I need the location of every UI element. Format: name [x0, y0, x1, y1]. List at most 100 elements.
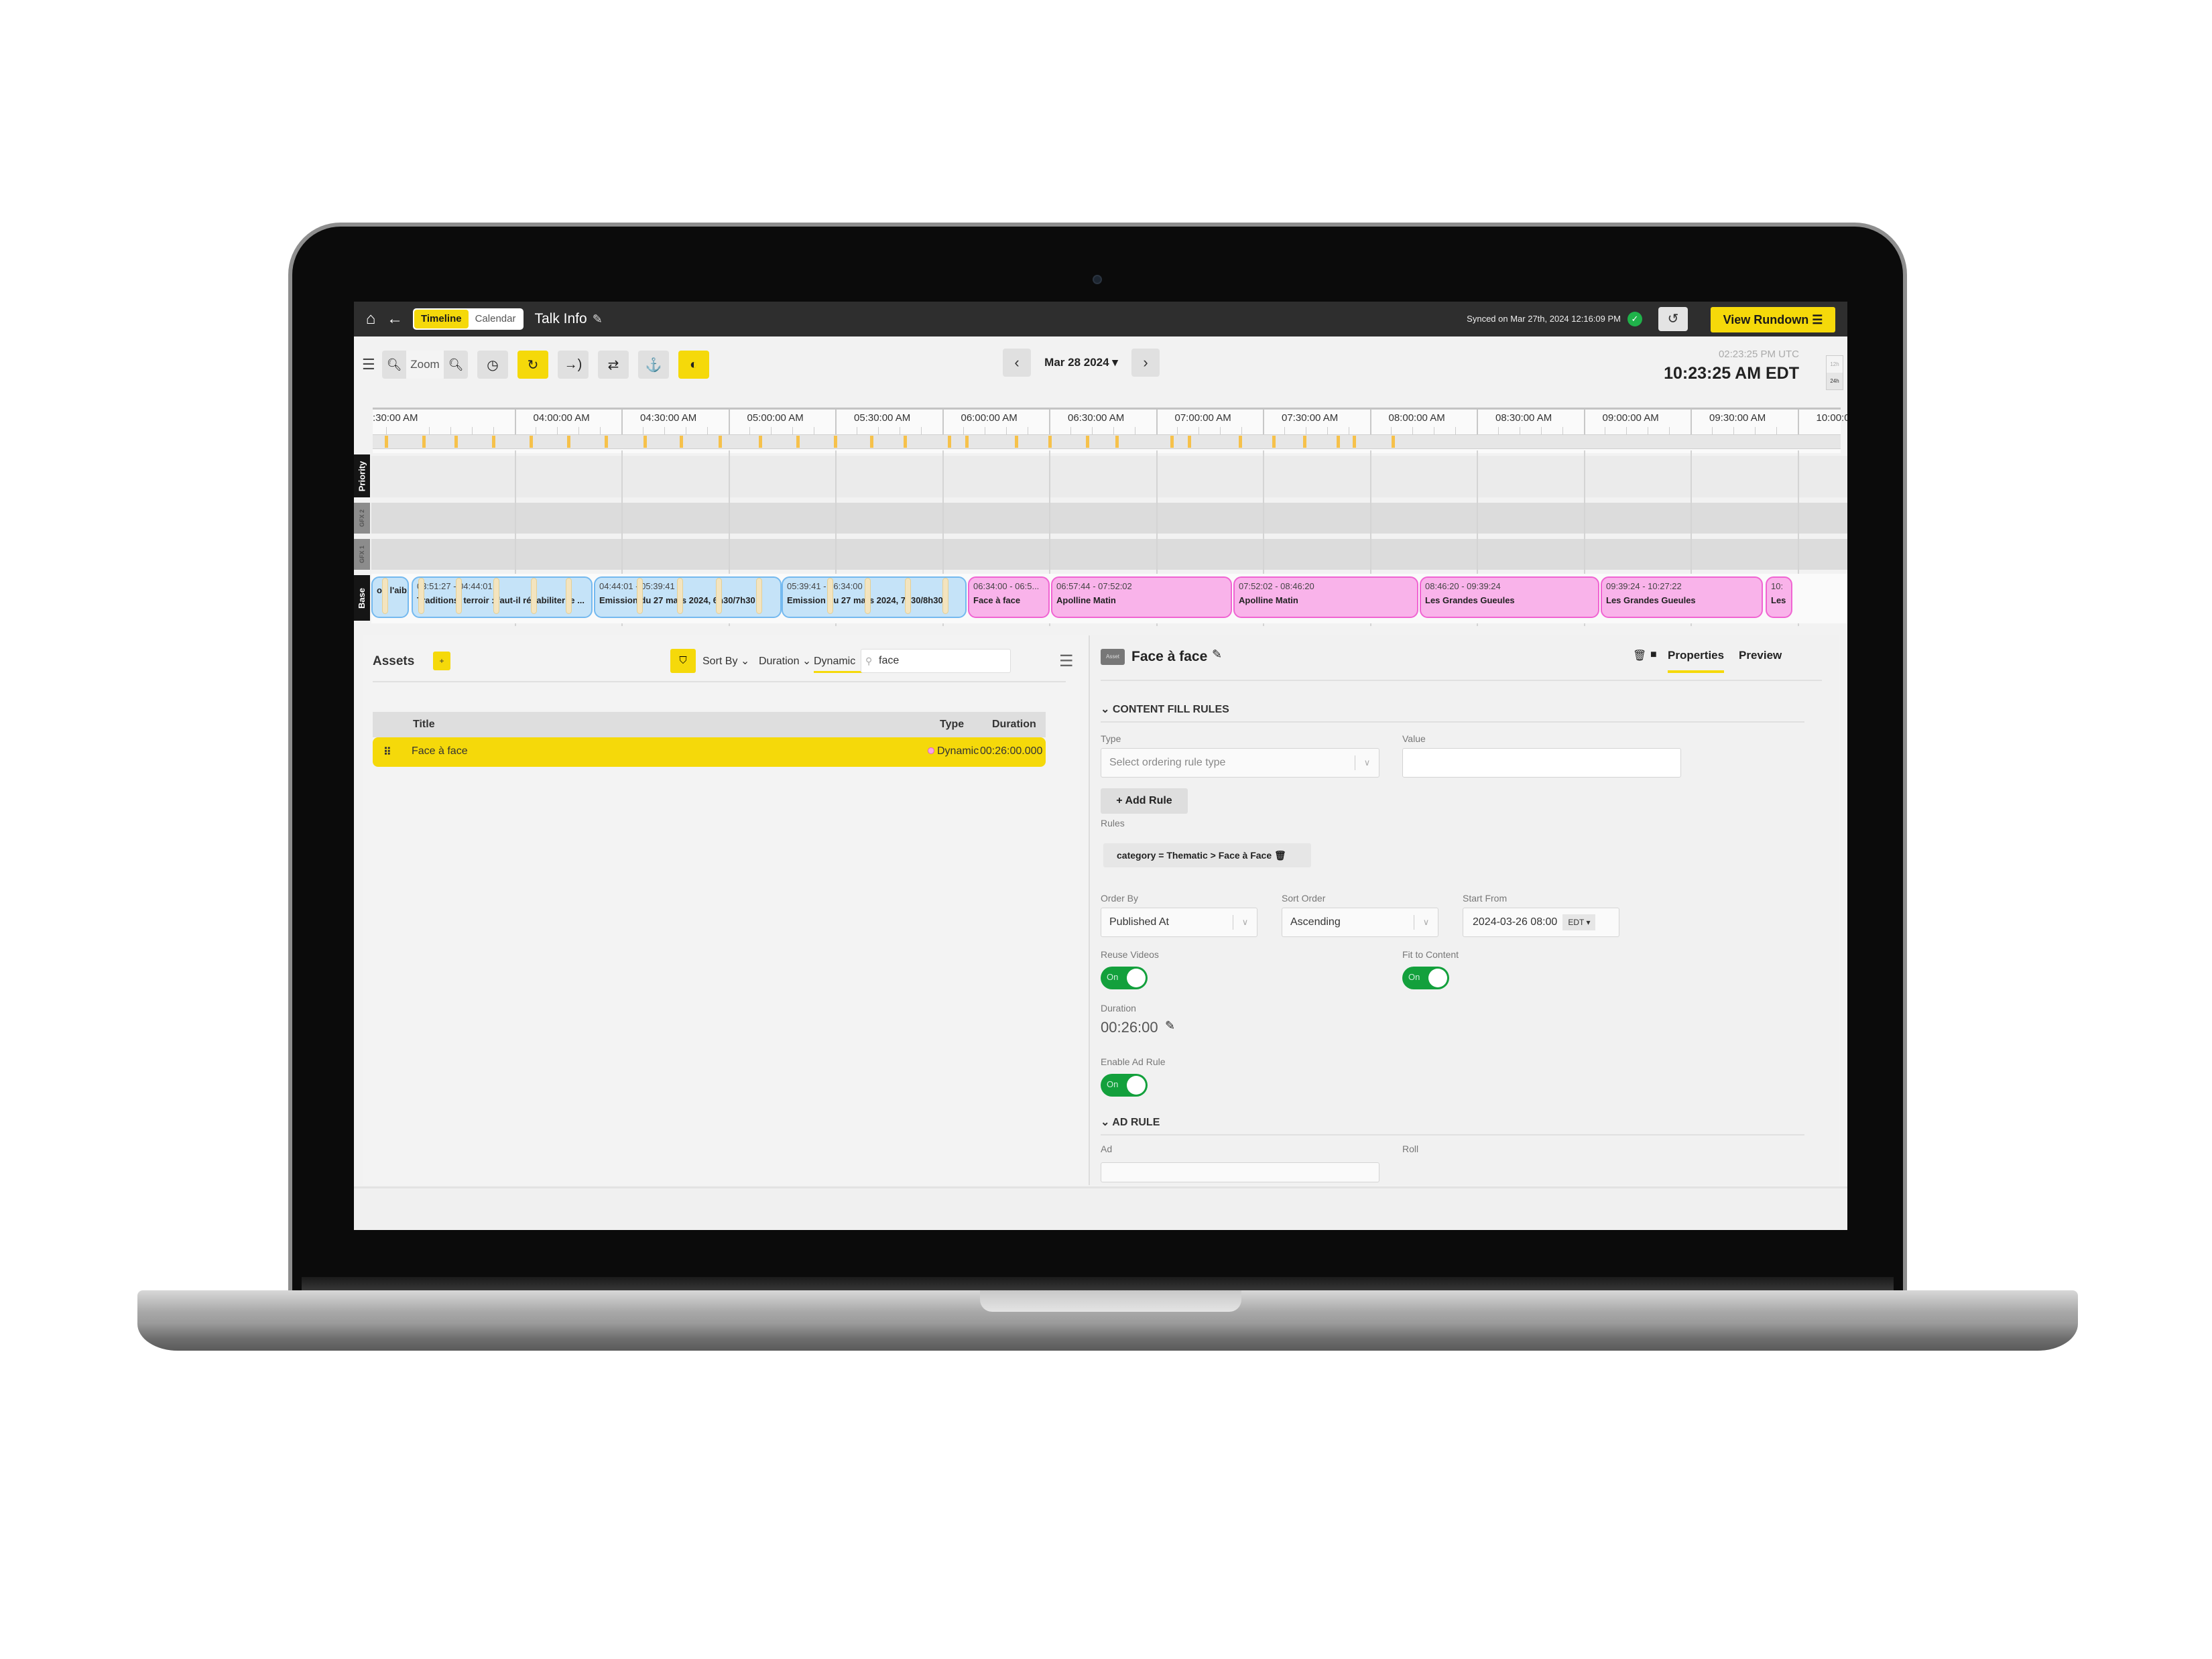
ad-marker[interactable] [719, 436, 722, 448]
filter-icon[interactable]: ⛉ [670, 649, 696, 673]
order-by-select[interactable]: Published At ∨ [1101, 908, 1257, 937]
ad-marker[interactable] [492, 436, 495, 448]
rule-type-select[interactable]: Select ordering rule type ∨ [1101, 748, 1379, 778]
timeline-clip[interactable]: 08:46:20 - 09:39:24 Les Grandes Gueules [1420, 576, 1599, 618]
ad-marker[interactable] [796, 436, 800, 448]
ad-marker[interactable] [1303, 436, 1306, 448]
ad-break-marker[interactable] [942, 578, 948, 614]
tab-timeline[interactable]: Timeline [414, 310, 469, 328]
ad-marker[interactable] [965, 436, 969, 448]
add-asset-button[interactable]: + [433, 652, 450, 670]
ad-marker[interactable] [1015, 436, 1018, 448]
ad-marker[interactable] [759, 436, 762, 448]
column-type[interactable]: Type [940, 719, 964, 731]
delete-icon[interactable]: 🗑︎ [1633, 649, 1646, 662]
ad-marker[interactable] [1170, 436, 1174, 448]
drag-handle-icon[interactable]: ⠿ [383, 745, 391, 759]
column-title[interactable]: Title [413, 719, 435, 731]
format-24h[interactable]: 24h [1827, 373, 1843, 389]
jump-to-button[interactable]: →) [558, 351, 589, 379]
add-rule-button[interactable]: + Add Rule [1101, 788, 1188, 814]
timeline-clip[interactable]: 04:44:01 - 05:39:41 Emission du 27 mars 2… [594, 576, 782, 618]
ad-marker[interactable] [1392, 436, 1395, 448]
ad-marker[interactable] [1353, 436, 1356, 448]
timeline-clip[interactable]: 10: Les [1766, 576, 1792, 618]
duplicate-icon[interactable]: ■ [1650, 649, 1657, 661]
format-12h[interactable]: 12h [1827, 356, 1843, 373]
search-input[interactable]: ⚲ face [861, 649, 1011, 673]
back-arrow-icon[interactable]: ← [385, 309, 405, 329]
edit-title-icon[interactable]: ✎ [593, 312, 603, 326]
column-duration[interactable]: Duration [992, 719, 1036, 731]
ad-select[interactable] [1101, 1162, 1379, 1182]
date-picker[interactable]: Mar 28 2024 ▾ [1031, 356, 1131, 369]
ad-marker[interactable] [385, 436, 388, 448]
ad-break-marker[interactable] [677, 578, 683, 614]
track-gfx1[interactable] [371, 539, 1847, 570]
edit-duration-icon[interactable]: ✎ [1165, 1019, 1175, 1033]
ad-marker[interactable] [567, 436, 570, 448]
timeline-clip[interactable]: 07:52:02 - 08:46:20 Apolline Matin [1233, 576, 1418, 618]
view-rundown-button[interactable]: View Rundown ☰ [1711, 307, 1835, 332]
zoom-in-icon[interactable]: 🔍︎ [444, 351, 468, 379]
history-button[interactable]: ↺ [1658, 307, 1688, 331]
tab-preview[interactable]: Preview [1739, 649, 1782, 662]
ad-marker[interactable] [643, 436, 647, 448]
timeline-clip[interactable]: 09:39:24 - 10:27:22 Les Grandes Gueules [1601, 576, 1763, 618]
ad-break-marker[interactable] [637, 578, 643, 614]
ad-marker[interactable] [530, 436, 533, 448]
swap-button[interactable]: ⇄ [598, 351, 629, 379]
ad-marker[interactable] [1115, 436, 1119, 448]
ad-break-marker[interactable] [566, 578, 572, 614]
zoom-out-icon[interactable]: 🔍︎ [382, 351, 406, 379]
duration-dropdown[interactable]: Duration ⌄ [759, 654, 811, 668]
list-options-icon[interactable]: ☰ [1059, 652, 1074, 671]
table-row[interactable]: ⠿ Face à face Dynamic 00:26:00.000 [373, 737, 1046, 767]
ad-marker[interactable] [605, 436, 608, 448]
track-priority[interactable] [371, 456, 1847, 497]
ad-marker[interactable] [1272, 436, 1276, 448]
tab-calendar[interactable]: Calendar [469, 310, 523, 328]
reuse-videos-toggle[interactable]: On [1101, 967, 1148, 989]
edit-asset-icon[interactable]: ✎ [1212, 648, 1222, 662]
ad-break-marker[interactable] [418, 578, 424, 614]
contrast-button[interactable]: ◐ [678, 351, 709, 379]
ad-marker[interactable] [1048, 436, 1052, 448]
ad-break-marker[interactable] [716, 578, 722, 614]
start-from-input[interactable]: 2024-03-26 08:00 EDT ▾ [1463, 908, 1619, 937]
ad-marker[interactable] [1337, 436, 1340, 448]
next-day-button[interactable]: › [1131, 349, 1160, 377]
ad-break-marker[interactable] [905, 578, 911, 614]
timeline-clip[interactable]: ou l'aib... [371, 576, 409, 618]
type-dropdown[interactable]: Dynamic ⌄ [814, 654, 868, 673]
rule-chip[interactable]: category = Thematic > Face à Face 🗑︎ [1103, 843, 1311, 867]
timeline-clip[interactable]: 06:34:00 - 06:5... Face à face [968, 576, 1050, 618]
ad-marker[interactable] [1239, 436, 1242, 448]
content-fill-section-toggle[interactable]: ⌄ CONTENT FILL RULES [1101, 702, 1229, 716]
ad-break-marker[interactable] [493, 578, 499, 614]
ad-break-marker[interactable] [456, 578, 462, 614]
ad-marker[interactable] [680, 436, 683, 448]
clock-button[interactable]: ◷ [477, 351, 508, 379]
ad-marker[interactable] [422, 436, 426, 448]
anchor-button[interactable]: ⚓ [638, 351, 669, 379]
ad-break-marker[interactable] [865, 578, 871, 614]
ad-rule-section-toggle[interactable]: ⌄ AD RULE [1101, 1115, 1160, 1129]
sort-order-select[interactable]: Ascending ∨ [1282, 908, 1438, 937]
ad-break-marker[interactable] [531, 578, 537, 614]
ad-break-marker[interactable] [827, 578, 833, 614]
ad-marker[interactable] [454, 436, 458, 448]
enable-ad-rule-toggle[interactable]: On [1101, 1074, 1148, 1097]
ad-marker[interactable] [870, 436, 873, 448]
ad-marker[interactable] [834, 436, 837, 448]
sort-by-dropdown[interactable]: Sort By ⌄ [702, 654, 749, 668]
prev-day-button[interactable]: ‹ [1003, 349, 1031, 377]
refresh-button[interactable]: ↻ [517, 351, 548, 379]
remove-rule-icon[interactable]: 🗑︎ [1274, 850, 1286, 861]
home-icon[interactable]: ⌂ [361, 309, 381, 329]
fit-to-content-toggle[interactable]: On [1402, 967, 1449, 989]
ad-marker[interactable] [904, 436, 907, 448]
timeline-clip[interactable]: 05:39:41 - 06:34:00 Emission du 27 mars 2… [782, 576, 967, 618]
menu-icon[interactable]: ☰ [362, 356, 379, 373]
ad-break-marker[interactable] [756, 578, 762, 614]
